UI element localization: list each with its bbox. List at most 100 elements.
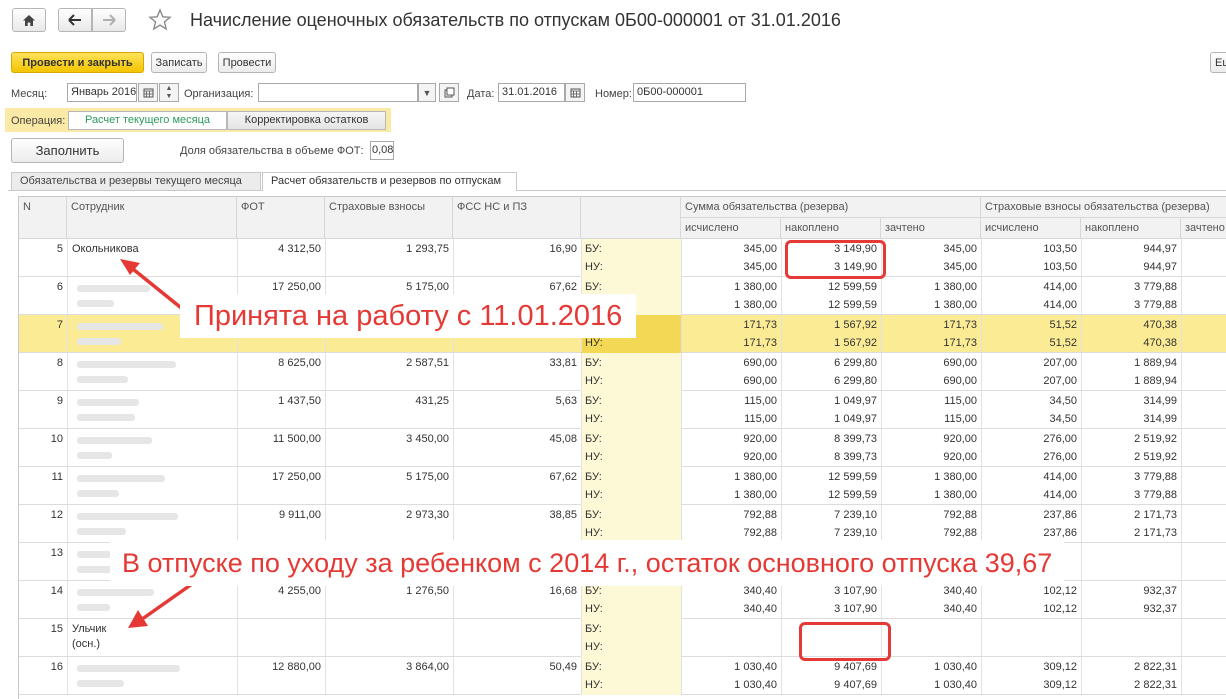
header-ins-calc[interactable]: исчислено — [981, 218, 1081, 239]
organization-dropdown-button[interactable]: ▼ — [418, 83, 436, 102]
bu-amount: 115,00 — [944, 395, 977, 407]
bu-amount: 2 822,31 — [1134, 661, 1177, 673]
save-button[interactable]: Записать — [151, 52, 207, 73]
table-row[interactable]: 9 1 437,50 431,25 5,63 БУ: НУ: 115,00 115,00 1 0… — [19, 391, 1226, 429]
calendar-icon — [143, 88, 153, 98]
operation-option-current-month[interactable]: Расчет текущего месяца — [68, 111, 227, 130]
header-liability-calc[interactable]: исчислено — [681, 218, 781, 239]
bu-label: БУ: — [585, 585, 602, 597]
nu-amount: 690,00 — [943, 375, 977, 387]
date-calendar-button[interactable] — [565, 83, 585, 102]
fss-value: 67,62 — [549, 471, 577, 483]
table-row[interactable]: 15 Ульчик (осн.) БУ: НУ: — [19, 619, 1226, 657]
bu-amount: 340,40 — [943, 585, 977, 597]
bu-amount: 690,00 — [943, 357, 977, 369]
insurance-value: 431,25 — [415, 395, 449, 407]
month-input[interactable]: Январь 2016 — [67, 83, 137, 102]
header-n[interactable]: N — [19, 197, 67, 239]
header-liability-accum[interactable]: накоплено — [781, 218, 881, 239]
header-ins-liability-group[interactable]: Страховые взносы обязательства (резерва) — [981, 197, 1226, 218]
tab-current-month[interactable]: Обязательства и резервы текущего месяца — [11, 172, 261, 190]
nu-amount: 690,00 — [743, 375, 777, 387]
organization-label: Организация: — [184, 88, 254, 100]
fot-share-input[interactable]: 0,08 — [370, 141, 394, 160]
bu-amount: 51,52 — [1049, 319, 1077, 331]
table-row[interactable]: 12 9 911,00 2 973,30 38,85 БУ: НУ: 792,88 792,8… — [19, 505, 1226, 543]
fot-value: 17 250,00 — [272, 471, 321, 483]
table-row[interactable]: 10 11 500,00 3 450,00 45,08 БУ: НУ: 920,00 920,… — [19, 429, 1226, 467]
column-divider — [1181, 277, 1182, 314]
bu-amount: 102,12 — [1043, 585, 1077, 597]
insurance-value: 3 450,00 — [406, 433, 449, 445]
nu-amount: 1 889,94 — [1134, 375, 1177, 387]
header-employee[interactable]: Сотрудник — [67, 197, 237, 239]
date-input[interactable]: 31.01.2016 — [498, 83, 565, 102]
column-divider — [1181, 505, 1182, 542]
post-and-close-button[interactable]: Провести и закрыть — [11, 52, 144, 73]
column-divider — [1181, 239, 1182, 276]
row-number: 12 — [50, 509, 63, 521]
bu-amount: 3 779,88 — [1134, 281, 1177, 293]
month-stepper[interactable]: ▲ ▼ — [159, 83, 179, 102]
bu-amount: 345,00 — [743, 243, 777, 255]
bu-amount: 944,97 — [1143, 243, 1177, 255]
calendar-button[interactable] — [138, 83, 158, 102]
nu-amount: 103,50 — [1043, 261, 1077, 273]
bu-amount: 276,00 — [1043, 433, 1077, 445]
fss-value: 50,49 — [549, 661, 577, 673]
header-ins-offset[interactable]: зачтено — [1181, 218, 1226, 239]
bu-amount: 207,00 — [1043, 357, 1077, 369]
nu-amount: 12 599,59 — [828, 489, 877, 501]
organization-open-button[interactable] — [439, 83, 459, 102]
table-row[interactable]: 8 8 625,00 2 587,51 33,81 БУ: НУ: 690,00 690,00… — [19, 353, 1226, 391]
organization-input[interactable] — [258, 83, 418, 102]
nu-amount: 115,00 — [744, 413, 777, 425]
tab-vacation-calculation[interactable]: Расчет обязательств и резервов по отпуск… — [262, 172, 517, 191]
column-divider — [67, 353, 68, 390]
header-fot[interactable]: ФОТ — [237, 197, 325, 239]
header-ins-accum[interactable]: накоплено — [1081, 218, 1181, 239]
header-insurance[interactable]: Страховые взносы — [325, 197, 453, 239]
column-divider — [781, 619, 782, 656]
post-button[interactable]: Провести — [218, 52, 276, 73]
row-number: 13 — [50, 547, 63, 559]
fot-value: 4 312,50 — [278, 243, 321, 255]
bu-amount: 1 030,40 — [734, 661, 777, 673]
table-row[interactable]: 5 Окольникова 4 312,50 1 293,75 16,90 БУ: НУ: 3… — [19, 239, 1226, 277]
fill-button[interactable]: Заполнить — [11, 138, 124, 163]
header-liability-group[interactable]: Сумма обязательства (резерва) — [681, 197, 981, 218]
favorite-button[interactable] — [148, 8, 174, 34]
nu-amount: 414,00 — [1043, 489, 1077, 501]
operation-option-adjust-balances[interactable]: Корректировка остатков — [227, 111, 386, 130]
header-liability-offset[interactable]: зачтено — [881, 218, 981, 239]
header-fss[interactable]: ФСС НС и ПЗ — [453, 197, 581, 239]
back-button[interactable] — [58, 8, 92, 32]
column-divider — [581, 657, 582, 694]
bu-amount: 8 399,73 — [834, 433, 877, 445]
redacted-name — [77, 399, 139, 406]
nu-label: НУ: — [585, 641, 603, 653]
table-row[interactable]: 16 12 880,00 3 864,00 50,49 БУ: НУ: 1 030,40 1 … — [19, 657, 1226, 695]
annotation-hired: Принята на работу с 11.01.2016 — [180, 294, 637, 338]
nu-amount: 314,99 — [1143, 413, 1177, 425]
column-divider — [67, 429, 68, 466]
calendar-icon — [570, 88, 580, 98]
table-row[interactable]: 14 4 255,00 1 276,50 16,68 БУ: НУ: 340,40 340,4… — [19, 581, 1226, 619]
bu-amount: 932,37 — [1143, 585, 1177, 597]
bu-amount: 792,88 — [743, 509, 777, 521]
row-number: 7 — [56, 319, 63, 331]
bu-amount: 34,50 — [1049, 395, 1077, 407]
column-divider — [581, 391, 582, 428]
forward-button[interactable] — [92, 8, 126, 32]
more-button[interactable]: Ещ — [1210, 52, 1226, 73]
row-number: 16 — [50, 661, 63, 673]
number-input[interactable]: 0Б00-000001 — [633, 83, 746, 102]
row-number: 14 — [50, 585, 63, 597]
header-type[interactable] — [581, 197, 681, 239]
table-row[interactable]: 11 17 250,00 5 175,00 67,62 БУ: НУ: 1 380,00 1 … — [19, 467, 1226, 505]
bu-amount: 2 519,92 — [1134, 433, 1177, 445]
fss-value: 33,81 — [549, 357, 577, 369]
bu-label: БУ: — [585, 243, 602, 255]
month-label: Месяц: — [11, 88, 48, 100]
home-button[interactable] — [12, 8, 46, 32]
